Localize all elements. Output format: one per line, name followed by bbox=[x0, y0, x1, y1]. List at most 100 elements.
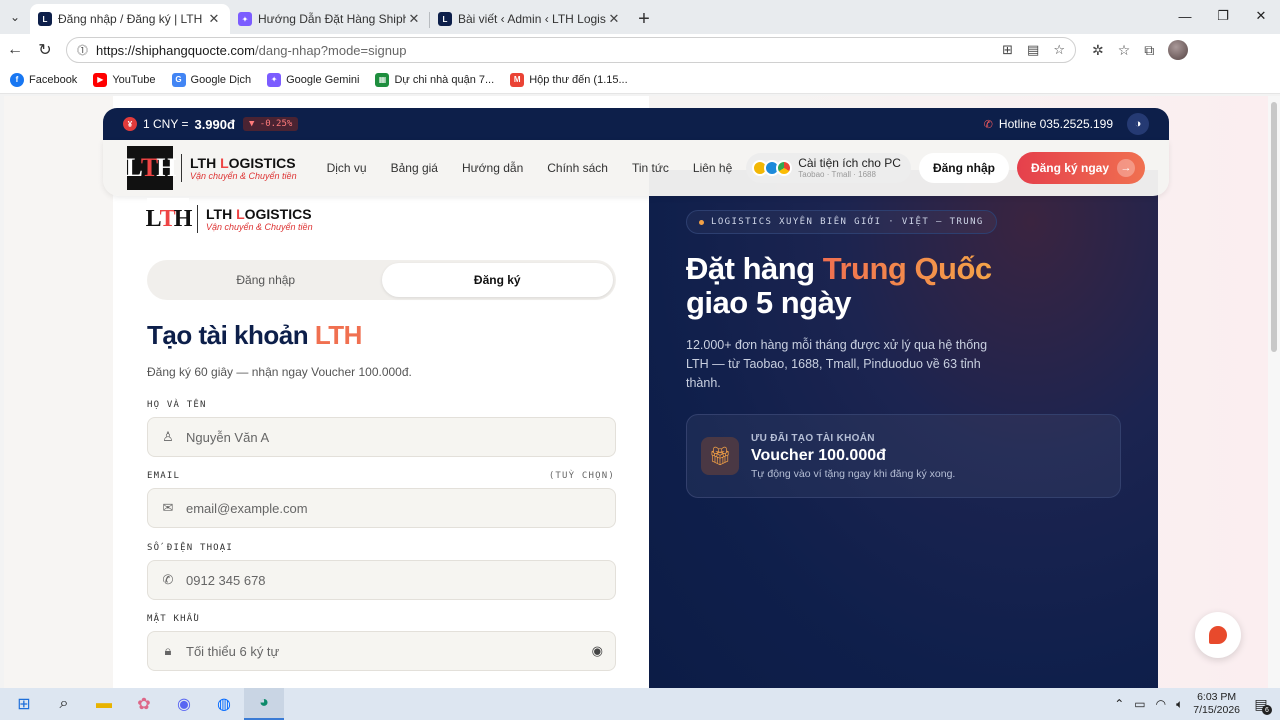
dot-icon bbox=[699, 219, 704, 225]
full-name-field[interactable]: ♙ Nguyễn Văn A bbox=[147, 417, 616, 457]
hero-badge-text: LOGISTICS XUYÊN BIÊN GIỚI · VIỆT – TRUNG bbox=[711, 217, 984, 227]
edge-icon[interactable]: ◕ bbox=[244, 688, 284, 720]
profile-avatar[interactable] bbox=[1168, 40, 1189, 60]
tab-title: Đăng nhập / Đăng ký | LTH Logistics bbox=[58, 12, 206, 26]
windows-start-icon[interactable]: ⊞ bbox=[4, 688, 44, 720]
refresh-icon[interactable]: ↻ bbox=[30, 35, 60, 65]
hotline-link[interactable]: ✆ Hotline 035.2525.199 bbox=[984, 117, 1113, 131]
url-path: /dang-nhap?mode=signup bbox=[255, 42, 407, 58]
discord-icon[interactable]: ◉ bbox=[164, 688, 204, 720]
close-window-icon[interactable]: ✕ bbox=[1242, 0, 1280, 32]
favorites-icon[interactable]: ☆ bbox=[1118, 42, 1131, 59]
site-logo[interactable]: LTH LTH LOGISTICS Vận chuyển & Chuyển ti… bbox=[126, 146, 297, 190]
header-signup-button[interactable]: Đăng ký ngay → bbox=[1016, 152, 1145, 184]
cny-label: 1 CNY = bbox=[143, 117, 189, 131]
tab-admin[interactable]: L Bài viết ‹ Admin ‹ LTH Logistics ✕ bbox=[430, 4, 630, 34]
install-extension-button[interactable]: Cài tiện ích cho PC Taobao · Tmall · 168… bbox=[746, 152, 911, 184]
bookmark-gmail[interactable]: M Hộp thư đến (1.15... bbox=[510, 72, 628, 87]
header-login-button[interactable]: Đăng nhập bbox=[918, 153, 1009, 183]
form-title: Tạo tài khoản LTH bbox=[147, 320, 362, 350]
tab-title: Bài viết ‹ Admin ‹ LTH Logistics bbox=[458, 12, 606, 26]
tab-signup[interactable]: Đăng ký bbox=[381, 263, 613, 297]
chat-button[interactable] bbox=[1195, 612, 1241, 658]
address-bar-row: ← ↻ ⓵ https://shiphangquocte.com/dang-nh… bbox=[0, 34, 1280, 66]
email-placeholder: email@example.com bbox=[186, 500, 308, 516]
phone-placeholder: 0912 345 678 bbox=[186, 572, 266, 588]
tab-login[interactable]: Đăng nhập bbox=[150, 263, 382, 297]
tab-actions-icon[interactable]: ⌄ bbox=[0, 0, 30, 34]
brand-name: LTH LOGISTICS bbox=[206, 206, 312, 222]
lth-favicon-icon: L bbox=[438, 12, 452, 26]
form-subtitle: Đăng ký 60 giây — nhận ngay Voucher 100.… bbox=[147, 365, 412, 379]
nav-dich-vu[interactable]: Dịch vụ bbox=[327, 161, 367, 175]
close-tab-icon[interactable]: ✕ bbox=[606, 11, 622, 27]
clock[interactable]: 6:03 PM 7/15/2026 bbox=[1193, 691, 1240, 717]
bookmark-facebook[interactable]: f Facebook bbox=[10, 72, 78, 87]
nav-huong-dan[interactable]: Hướng dẫn bbox=[462, 161, 523, 175]
theme-toggle-icon[interactable]: ◑ bbox=[1127, 113, 1149, 135]
browser-tab-bar: ⌄ L Đăng nhập / Đăng ký | LTH Logistics … bbox=[0, 0, 1280, 34]
extension-title: Cài tiện ích cho PC bbox=[798, 155, 901, 170]
nav-lien-he[interactable]: Liên hệ bbox=[693, 161, 732, 175]
phone-field[interactable]: ✆ 0912 345 678 bbox=[147, 560, 616, 600]
signup-label: Đăng ký ngay bbox=[1030, 161, 1109, 175]
auth-mode-switch: Đăng nhập Đăng ký bbox=[147, 260, 616, 300]
name-placeholder: Nguyễn Văn A bbox=[186, 429, 270, 445]
file-explorer-icon[interactable]: ▬ bbox=[84, 688, 124, 720]
email-optional-label: (TUỲ CHỌN) bbox=[548, 471, 615, 481]
app-icon[interactable]: ✿ bbox=[124, 688, 164, 720]
extensions-icon[interactable]: ✲ bbox=[1092, 42, 1104, 59]
new-tab-icon[interactable]: + bbox=[630, 4, 658, 34]
windows-taskbar: ⊞ ⌕ ▬ ✿ ◉ ◍ ◕ ⌃ ▭ ◠ 🔈︎ 6:03 PM 7/15/2026… bbox=[0, 688, 1280, 720]
extension-subtitle: Taobao · Tmall · 1688 bbox=[798, 170, 876, 180]
volume-icon[interactable]: 🔈︎ bbox=[1176, 697, 1183, 712]
nav-tin-tuc[interactable]: Tin tức bbox=[632, 161, 669, 175]
phone-icon: ✆ bbox=[983, 118, 993, 131]
password-field[interactable]: 🔒︎ Tối thiểu 6 ký tự ◉ bbox=[147, 631, 616, 671]
brand-tagline: Vận chuyển & Chuyển tiền bbox=[206, 222, 313, 232]
close-tab-icon[interactable]: ✕ bbox=[406, 11, 422, 27]
maximize-icon[interactable]: ❐ bbox=[1204, 0, 1242, 32]
nav-chinh-sach[interactable]: Chính sách bbox=[547, 161, 608, 175]
eye-icon[interactable]: ◉ bbox=[592, 643, 603, 659]
zalo-icon[interactable]: ◍ bbox=[204, 688, 244, 720]
translate-icon: G bbox=[171, 72, 186, 87]
bookmark-google-dich[interactable]: G Google Dịch bbox=[171, 72, 251, 87]
lth-favicon-icon: L bbox=[38, 12, 52, 26]
reader-icon[interactable]: ▤ bbox=[1027, 42, 1039, 58]
bookmark-sheets[interactable]: ▦ Dự chi nhà quận 7... bbox=[375, 72, 494, 87]
bookmark-label: Facebook bbox=[29, 73, 78, 86]
site-info-icon[interactable]: ⓵ bbox=[77, 42, 88, 58]
form-logo: LTH LTH LOGISTICS Vận chuyển & Chuyển ti… bbox=[146, 198, 313, 240]
notification-icon[interactable]: ▤ 6 bbox=[1250, 693, 1272, 715]
password-placeholder: Tối thiểu 6 ký tự bbox=[186, 643, 280, 659]
back-icon[interactable]: ← bbox=[0, 35, 30, 65]
brand-name: LTH LOGISTICS bbox=[190, 155, 296, 171]
hero-title: Đặt hàng Trung Quốc giao 5 ngày bbox=[686, 251, 992, 320]
youtube-icon: ▶ bbox=[93, 72, 108, 87]
close-tab-icon[interactable]: ✕ bbox=[206, 11, 222, 27]
chevron-up-icon[interactable]: ⌃ bbox=[1114, 697, 1124, 711]
url-host: https://shiphangquocte.com bbox=[96, 42, 255, 58]
clock-time: 6:03 PM bbox=[1197, 691, 1237, 703]
battery-icon[interactable]: ▭ bbox=[1134, 697, 1145, 711]
search-icon[interactable]: ⌕ bbox=[44, 688, 84, 720]
page-scrollbar[interactable] bbox=[1268, 96, 1280, 688]
hero-badge: LOGISTICS XUYÊN BIÊN GIỚI · VIỆT – TRUNG bbox=[686, 210, 997, 234]
tab-signin[interactable]: L Đăng nhập / Đăng ký | LTH Logistics ✕ bbox=[30, 4, 230, 34]
minimize-icon[interactable]: — bbox=[1166, 0, 1204, 32]
email-field[interactable]: ✉ email@example.com bbox=[147, 488, 616, 528]
cny-change-badge: ▼ -0.25% bbox=[242, 117, 299, 131]
tab-huong-dan[interactable]: ✦ Hướng Dẫn Đặt Hàng Shiphangqu... ✕ bbox=[230, 4, 430, 34]
gift-icon: 🎁︎ bbox=[701, 437, 739, 475]
bookmark-label: YouTube bbox=[112, 73, 156, 86]
bookmark-gemini[interactable]: ✦ Google Gemini bbox=[267, 72, 359, 87]
collections-icon[interactable]: ⧉ bbox=[1144, 42, 1154, 59]
mail-icon: ✉ bbox=[162, 500, 174, 515]
favorite-star-icon[interactable]: ☆ bbox=[1053, 42, 1065, 58]
url-input[interactable]: ⓵ https://shiphangquocte.com/dang-nhap?m… bbox=[66, 37, 1076, 63]
apps-icon[interactable]: ⊞ bbox=[1002, 42, 1013, 58]
wifi-icon[interactable]: ◠ bbox=[1156, 697, 1166, 711]
nav-bang-gia[interactable]: Bảng giá bbox=[391, 161, 438, 175]
bookmark-youtube[interactable]: ▶ YouTube bbox=[93, 72, 156, 87]
